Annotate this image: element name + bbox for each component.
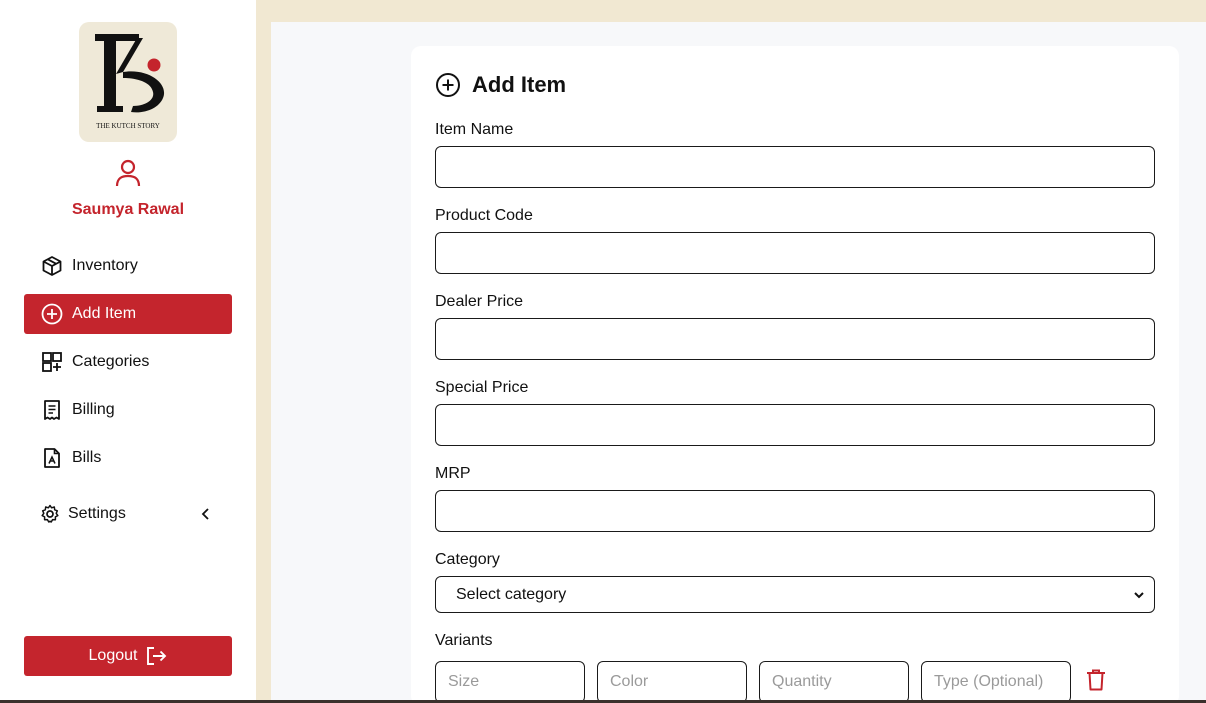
mrp-label: MRP — [435, 465, 471, 482]
special-price-label: Special Price — [435, 379, 529, 396]
logout-icon — [145, 645, 167, 667]
chevron-down-icon — [1132, 588, 1146, 602]
category-selected-value: Select category — [456, 585, 567, 603]
logout-label: Logout — [88, 647, 138, 664]
logo-text: THE KUTCH STORY — [96, 122, 160, 130]
sidebar-item-label: Bills — [72, 449, 102, 466]
card-header: Add Item — [435, 72, 566, 98]
category-select[interactable]: Select category — [435, 576, 1155, 613]
product-code-label: Product Code — [435, 207, 533, 224]
receipt-icon — [40, 398, 64, 422]
trash-icon[interactable] — [1085, 668, 1107, 692]
variant-size-input[interactable] — [435, 661, 585, 703]
box-icon — [40, 254, 64, 278]
dealer-price-input[interactable] — [435, 318, 1155, 360]
sidebar-item-label: Inventory — [72, 257, 138, 274]
logout-button[interactable]: Logout — [24, 636, 232, 676]
page-title: Add Item — [472, 72, 567, 97]
sidebar-item-billing[interactable]: Billing — [24, 390, 232, 430]
dealer-price-label: Dealer Price — [435, 293, 524, 310]
add-item-card: Add Item Item Name Product Code Dealer P… — [411, 46, 1179, 703]
brand-logo: THE KUTCH STORY — [79, 22, 177, 142]
gear-icon — [40, 502, 60, 526]
user-icon — [114, 158, 142, 188]
user-name: Saumya Rawal — [71, 201, 185, 218]
sidebar-item-settings[interactable]: Settings — [24, 494, 232, 534]
sidebar-item-label: Settings — [68, 505, 126, 522]
sidebar-item-add-item[interactable]: Add Item — [24, 294, 232, 334]
sidebar-item-label: Billing — [72, 401, 115, 418]
mrp-input[interactable] — [435, 490, 1155, 532]
plus-circle-icon — [435, 72, 461, 98]
sidebar: THE KUTCH STORY Saumya Rawal Inventory A… — [0, 0, 256, 703]
plus-circle-icon — [40, 302, 64, 326]
sidebar-item-categories[interactable]: Categories — [24, 342, 232, 382]
special-price-input[interactable] — [435, 404, 1155, 446]
item-name-label: Item Name — [435, 121, 514, 138]
variants-label: Variants — [435, 632, 493, 649]
sidebar-item-bills[interactable]: Bills — [24, 438, 232, 478]
item-name-input[interactable] — [435, 146, 1155, 188]
sidebar-item-label: Add Item — [72, 305, 137, 322]
file-icon — [40, 446, 64, 470]
sidebar-item-label: Categories — [72, 353, 150, 370]
variant-quantity-input[interactable] — [759, 661, 909, 703]
sidebar-item-inventory[interactable]: Inventory — [24, 246, 232, 286]
grid-plus-icon — [40, 350, 64, 374]
chevron-left-icon[interactable] — [196, 504, 216, 524]
variant-type-input[interactable] — [921, 661, 1071, 703]
category-label: Category — [435, 551, 500, 568]
variant-color-input[interactable] — [597, 661, 747, 703]
product-code-input[interactable] — [435, 232, 1155, 274]
